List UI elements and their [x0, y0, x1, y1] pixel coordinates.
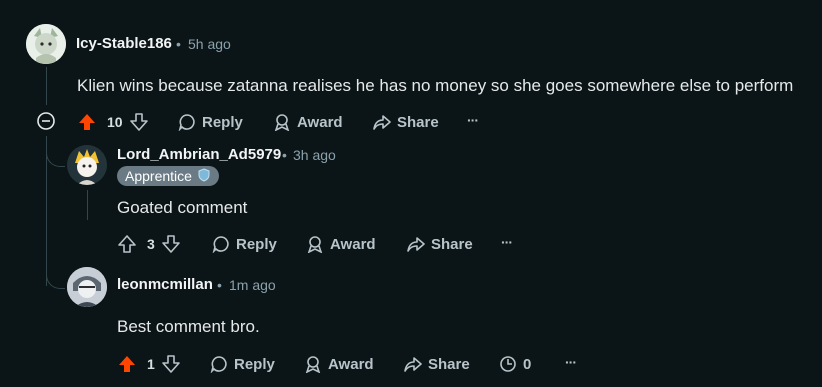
arrow-down-icon[interactable]: [161, 234, 181, 254]
timestamp[interactable]: 3h ago: [293, 147, 336, 163]
reply-button[interactable]: Reply: [212, 232, 277, 256]
shield-badge-icon: [197, 167, 211, 185]
vote-group: 10: [77, 110, 149, 134]
award-button[interactable]: Award: [273, 110, 343, 134]
more-options-button[interactable]: ···: [467, 108, 479, 132]
timestamp[interactable]: 1m ago: [229, 277, 276, 293]
user-flair-badge: Apprentice: [117, 166, 219, 186]
arrow-down-icon[interactable]: [161, 354, 181, 374]
vote-group: 3: [117, 232, 181, 256]
award-label: Award: [328, 355, 374, 373]
arrow-down-icon[interactable]: [129, 112, 149, 132]
share-arrow-icon: [407, 235, 425, 253]
thread-line-reply: [87, 190, 88, 220]
thread-line-main: [46, 67, 47, 105]
avatar[interactable]: [67, 267, 107, 307]
comment-text: Goated comment: [117, 198, 248, 217]
speech-bubble-icon: [178, 113, 196, 131]
awards-count: 0: [523, 355, 532, 373]
reply-label: Reply: [236, 235, 277, 253]
reply-button[interactable]: Reply: [178, 110, 243, 134]
speech-bubble-icon: [210, 355, 228, 373]
more-options-button[interactable]: ···: [501, 230, 513, 254]
username[interactable]: Lord_Ambrian_Ad5979: [117, 146, 281, 163]
vote-count: 3: [147, 236, 155, 252]
avatar[interactable]: [67, 145, 107, 185]
share-arrow-icon: [373, 113, 391, 131]
award-ribbon-icon: [304, 355, 322, 373]
reply-label: Reply: [202, 113, 243, 131]
username[interactable]: leonmcmillan: [117, 276, 213, 293]
share-button[interactable]: Share: [373, 110, 439, 134]
meta-dot: •: [282, 147, 287, 163]
avatar[interactable]: [26, 24, 66, 64]
share-button[interactable]: Share: [407, 232, 473, 256]
more-options-button[interactable]: ···: [565, 350, 577, 374]
ellipsis-icon: ···: [467, 112, 479, 128]
share-label: Share: [397, 113, 439, 131]
vote-count: 1: [147, 356, 155, 372]
arrow-up-icon[interactable]: [117, 234, 137, 254]
arrow-up-icon[interactable]: [117, 354, 137, 374]
reply-button[interactable]: Reply: [210, 352, 275, 376]
speech-bubble-icon: [212, 235, 230, 253]
flair-label: Apprentice: [125, 168, 192, 184]
award-label: Award: [330, 235, 376, 253]
arrow-up-icon[interactable]: [77, 112, 97, 132]
award-button[interactable]: Award: [304, 352, 374, 376]
award-button[interactable]: Award: [306, 232, 376, 256]
share-button[interactable]: Share: [404, 352, 470, 376]
share-label: Share: [431, 235, 473, 253]
vote-count: 10: [107, 114, 123, 130]
ellipsis-icon: ···: [565, 354, 577, 370]
awards-timer-button[interactable]: 0: [499, 352, 531, 376]
share-arrow-icon: [404, 355, 422, 373]
meta-dot: •: [217, 277, 222, 293]
comment-text: Best comment bro.: [117, 317, 260, 336]
ellipsis-icon: ···: [501, 234, 513, 250]
username[interactable]: Icy-Stable186: [76, 35, 172, 52]
award-ribbon-icon: [273, 113, 291, 131]
thread-curve-1: [46, 148, 65, 167]
reply-label: Reply: [234, 355, 275, 373]
comment-text: Klien wins because zatanna realises he h…: [77, 76, 794, 95]
timestamp[interactable]: 5h ago: [188, 36, 231, 52]
award-ribbon-icon: [306, 235, 324, 253]
timer-icon: [499, 355, 517, 373]
award-label: Award: [297, 113, 343, 131]
vote-group: 1: [117, 352, 181, 376]
share-label: Share: [428, 355, 470, 373]
collapse-minus-icon[interactable]: [37, 112, 55, 130]
thread-curve-2: [46, 272, 65, 289]
meta-dot: •: [176, 36, 181, 52]
